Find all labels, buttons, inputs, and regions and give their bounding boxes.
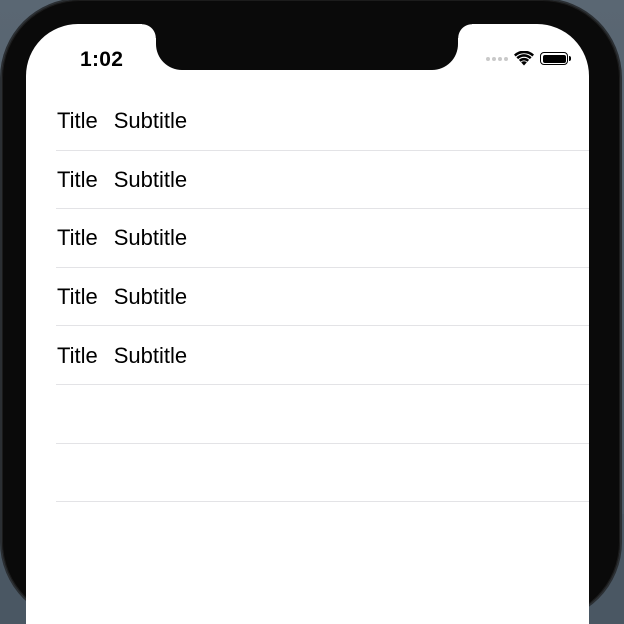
row-title: Title [57,166,98,192]
empty-table-row [26,444,589,503]
table-view[interactable]: Title Subtitle Title Subtitle Title Subt… [26,92,589,502]
phone-screen: 1:02 Title Subtitle Title Subtitle Title… [26,24,589,624]
table-row[interactable]: Title Subtitle [26,151,589,210]
table-row[interactable]: Title Subtitle [26,326,589,385]
status-bar-icons [486,51,571,66]
table-row[interactable]: Title Subtitle [26,268,589,327]
empty-table-row [26,385,589,444]
table-row[interactable]: Title Subtitle [26,209,589,268]
row-subtitle: Subtitle [113,166,188,192]
row-subtitle: Subtitle [113,108,188,134]
row-title: Title [57,225,98,251]
battery-fill [542,54,566,63]
status-time: 1:02 [80,48,124,71]
row-subtitle: Subtitle [113,225,188,251]
row-subtitle: Subtitle [113,342,188,368]
wifi-icon [514,51,534,66]
camera-notch [142,24,472,70]
row-title: Title [57,342,98,368]
device-frame: 1:02 Title Subtitle Title Subtitle Title… [0,0,624,624]
row-subtitle: Subtitle [113,284,188,310]
table-row[interactable]: Title Subtitle [26,92,589,151]
row-title: Title [57,108,98,134]
battery-icon [540,52,571,65]
row-title: Title [57,284,98,310]
cellular-signal-icon [486,56,508,61]
